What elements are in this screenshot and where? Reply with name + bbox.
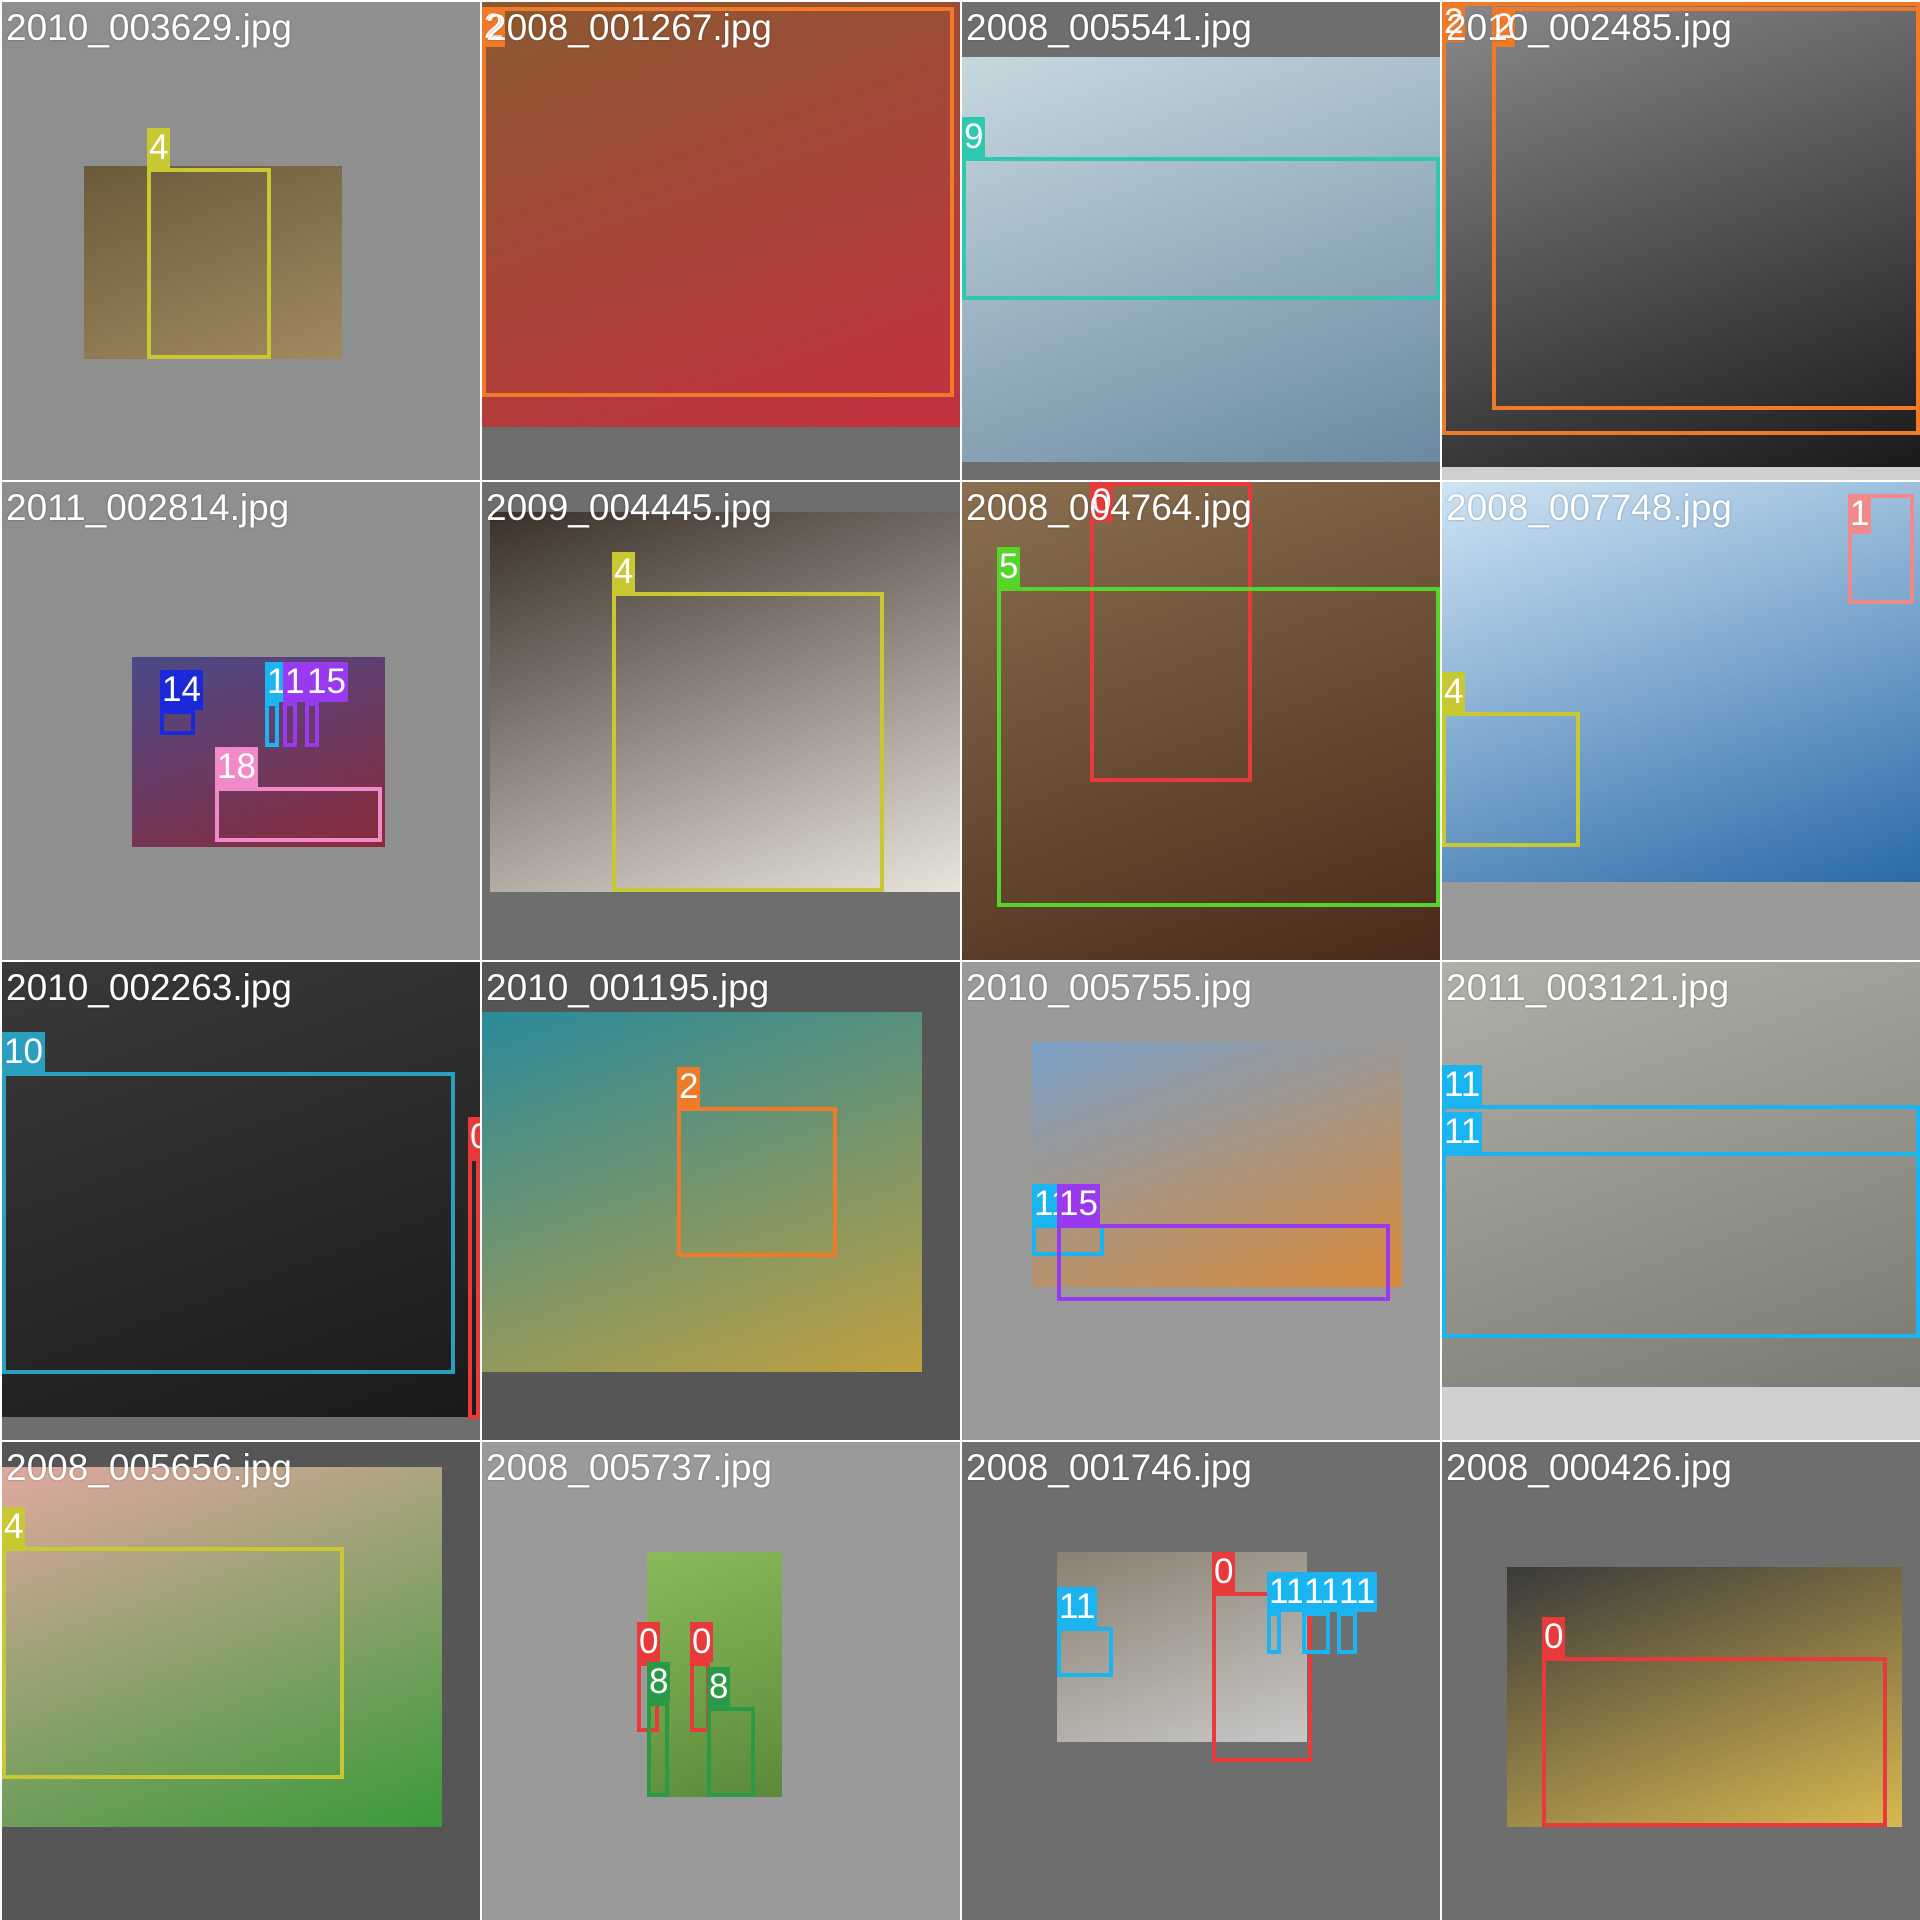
image-tile: 10 0 2010_002263.jpg [2,962,480,1440]
bounding-box: 18 [215,747,382,842]
bounding-box: 15 [305,662,348,747]
bounding-box: 11 [265,662,306,747]
filename-label: 2008_005541.jpg [966,7,1253,48]
filename-label: 2009_004445.jpg [486,487,773,528]
bounding-box: 15 [1057,1184,1390,1301]
image-tile: 0 5 2008_004764.jpg [962,482,1440,960]
filename-label: 2011_003121.jpg [1446,967,1730,1008]
filename-label: 2010_005755.jpg [966,967,1253,1008]
bounding-box: 4 [1442,672,1580,847]
bounding-box: 1 [1848,494,1914,604]
bounding-box: 11 [1337,1572,1378,1654]
bounding-box: 4 [147,128,271,359]
image-tile: 2 2008_001267.jpg [482,2,960,480]
class-label: 9 [962,117,986,157]
class-label: 11 [1057,1587,1098,1627]
class-label: 11 [1337,1572,1378,1612]
image-tile: 0 2008_000426.jpg [1442,1442,1920,1920]
image-tile: 0 0 8 8 2008_005737.jpg [482,1442,960,1920]
class-label: 4 [2,1507,26,1547]
class-label: 15 [305,662,348,702]
class-label: 2 [677,1067,701,1107]
class-label: 18 [215,747,258,787]
filename-label: 2008_007748.jpg [1446,487,1733,528]
bounding-box: 9 [962,117,1440,300]
bounding-box: 11 [1057,1587,1113,1677]
bounding-box: 2 [677,1067,837,1257]
image-tile: 9 2008_005541.jpg [962,2,1440,480]
class-label: 8 [647,1662,671,1702]
class-label: 0 [468,1117,480,1157]
bounding-box: 11 [1267,1572,1308,1654]
image-tile: 1 4 2008_007748.jpg [1442,482,1920,960]
image-tile: 2 2010_001195.jpg [482,962,960,1440]
class-label: 11 [1442,1112,1483,1152]
image-tile: 4 2009_004445.jpg [482,482,960,960]
class-label: 5 [997,547,1021,587]
class-label: 15 [1057,1184,1100,1224]
filename-label: 2010_003629.jpg [6,7,293,48]
bounding-box: 2 [1492,7,1920,410]
class-label: 10 [2,1032,45,1072]
filename-label: 2008_004764.jpg [966,487,1253,528]
filename-label: 2010_002485.jpg [1446,7,1733,48]
class-label: 8 [707,1667,731,1707]
bounding-box: 14 [160,670,203,735]
class-label: 4 [147,128,171,168]
bounding-box: 11 [1302,1572,1343,1654]
bounding-box: 0 [1542,1617,1887,1827]
filename-label: 2008_001746.jpg [966,1447,1253,1488]
class-label: 14 [160,670,203,710]
image-tile: 0 11 11 11 11 2008_001746.jpg [962,1442,1440,1920]
filename-label: 2008_001267.jpg [486,7,773,48]
bounding-box: 5 [997,547,1440,907]
bounding-box: 2 [482,7,954,397]
filename-label: 2008_005737.jpg [486,1447,773,1488]
class-label: 0 [1212,1552,1236,1592]
image-tile: 2 2 2010_002485.jpg [1442,2,1920,480]
bounding-box: 11 [1442,1112,1920,1338]
filename-label: 2008_000426.jpg [1446,1447,1733,1488]
bounding-box: 0 [468,1117,480,1419]
filename-label: 2010_002263.jpg [6,967,293,1008]
bounding-box: 8 [647,1662,671,1797]
bounding-box: 10 [2,1032,455,1374]
image-tile: 11 15 2010_005755.jpg [962,962,1440,1440]
bounding-box: 4 [612,552,884,892]
class-label: 4 [1442,672,1466,712]
image-tile: 4 2008_005656.jpg [2,1442,480,1920]
bounding-box: 4 [2,1507,344,1779]
mosaic-grid: 4 2010_003629.jpg 2 2008_001267.jpg 9 2008_00… [0,0,1920,1920]
filename-label: 2011_002814.jpg [6,487,290,528]
image-tile: 14 111515 18 2011_002814.jpg [2,482,480,960]
image-tile: 4 2010_003629.jpg [2,2,480,480]
filename-label: 2008_005656.jpg [6,1447,293,1488]
filename-label: 2010_001195.jpg [486,967,770,1008]
class-label: 0 [690,1622,714,1662]
class-label: 0 [637,1622,661,1662]
class-label: 11 [1442,1065,1483,1105]
bounding-box: 15 [283,662,326,747]
class-label: 0 [1542,1617,1566,1657]
image-tile: 11 11 2011_003121.jpg [1442,962,1920,1440]
bounding-box: 0 [1212,1552,1312,1762]
class-label: 1 [1848,494,1872,534]
bounding-box: 8 [707,1667,755,1797]
class-label: 4 [612,552,636,592]
